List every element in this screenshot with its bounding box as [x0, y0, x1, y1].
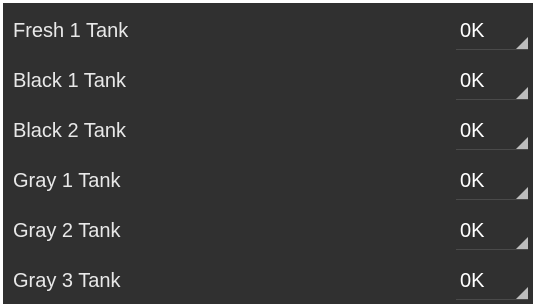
tank-status-value: 0K — [460, 70, 485, 92]
spinner-corner-triangle-icon — [516, 187, 528, 199]
tank-status-list: Fresh 1 Tank 0K Black 1 Tank 0K Black 2 … — [3, 3, 533, 304]
tank-status-spinner[interactable]: 0K — [456, 262, 528, 302]
tank-status-spinner[interactable]: 0K — [456, 12, 528, 52]
tank-label: Black 2 Tank — [13, 120, 127, 142]
tank-status-spinner[interactable]: 0K — [456, 112, 528, 152]
tank-status-spinner[interactable]: 0K — [456, 62, 528, 102]
tank-label: Black 1 Tank — [13, 70, 127, 92]
tank-label: Fresh 1 Tank — [13, 20, 129, 42]
tank-label: Gray 2 Tank — [13, 220, 121, 242]
spinner-underline — [456, 49, 528, 50]
tank-status-value: 0K — [460, 220, 485, 242]
spinner-underline — [456, 149, 528, 150]
spinner-corner-triangle-icon — [516, 137, 528, 149]
spinner-underline — [456, 299, 528, 300]
spinner-corner-triangle-icon — [516, 287, 528, 299]
tank-label: Gray 1 Tank — [13, 170, 121, 192]
tank-row-black-2: Black 2 Tank 0K — [3, 106, 533, 156]
tank-row-fresh-1: Fresh 1 Tank 0K — [3, 6, 533, 56]
tank-row-gray-3: Gray 3 Tank 0K — [3, 256, 533, 306]
spinner-underline — [456, 199, 528, 200]
spinner-underline — [456, 99, 528, 100]
tank-label: Gray 3 Tank — [13, 270, 121, 292]
spinner-underline — [456, 249, 528, 250]
tank-status-value: 0K — [460, 20, 485, 42]
tank-row-gray-2: Gray 2 Tank 0K — [3, 206, 533, 256]
tank-status-spinner[interactable]: 0K — [456, 212, 528, 252]
spinner-corner-triangle-icon — [516, 237, 528, 249]
tank-status-value: 0K — [460, 120, 485, 142]
tank-row-gray-1: Gray 1 Tank 0K — [3, 156, 533, 206]
spinner-corner-triangle-icon — [516, 37, 528, 49]
tank-status-value: 0K — [460, 270, 485, 292]
tank-status-value: 0K — [460, 170, 485, 192]
tank-status-spinner[interactable]: 0K — [456, 162, 528, 202]
spinner-corner-triangle-icon — [516, 87, 528, 99]
tank-row-black-1: Black 1 Tank 0K — [3, 56, 533, 106]
